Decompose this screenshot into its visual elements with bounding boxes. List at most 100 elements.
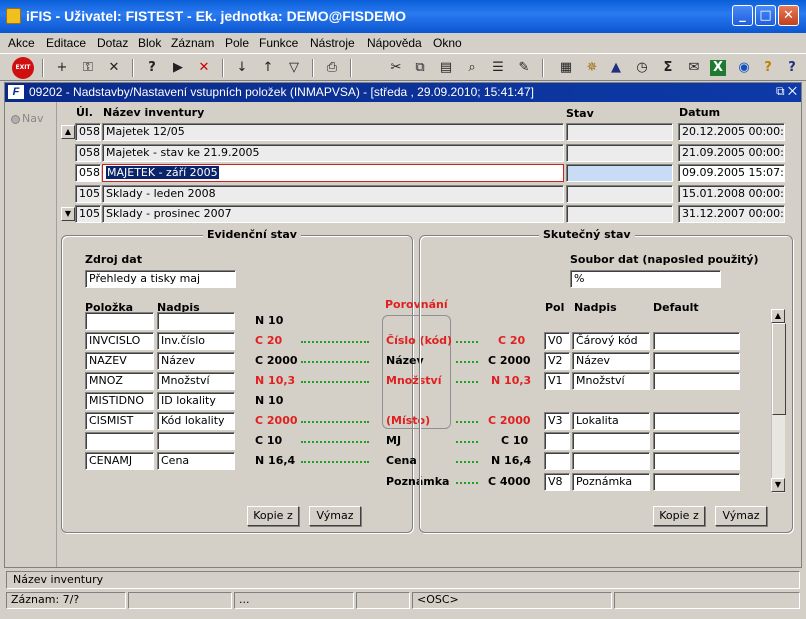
- menu-okno[interactable]: Okno: [433, 36, 462, 50]
- menu-zaznam[interactable]: Záznam: [171, 36, 214, 50]
- lock-icon[interactable]: ⚿: [78, 58, 98, 78]
- nadpis-field[interactable]: Inv.číslo: [157, 332, 235, 350]
- menu-editace[interactable]: Editace: [46, 36, 86, 50]
- help-icon[interactable]: ?: [758, 58, 778, 78]
- default-field[interactable]: [653, 473, 740, 491]
- scroll-down-icon[interactable]: ▼: [61, 207, 75, 221]
- copy-icon[interactable]: ⧉: [410, 58, 430, 78]
- scroll-up-icon[interactable]: ▲: [61, 125, 75, 139]
- polozka-field[interactable]: MNOZ: [85, 372, 154, 390]
- nadpis-field[interactable]: Název: [157, 352, 235, 370]
- table-cell-datum[interactable]: 31.12.2007 00:00:00: [678, 205, 785, 223]
- minimize-button[interactable]: _: [732, 5, 753, 26]
- triangle-icon[interactable]: ▲: [606, 58, 626, 78]
- execute-query-icon[interactable]: ▶: [168, 58, 188, 78]
- table-cell-datum[interactable]: 20.12.2005 00:00:00: [678, 123, 785, 141]
- pol-field[interactable]: V3: [544, 412, 570, 430]
- polozka-field[interactable]: INVCISLO: [85, 332, 154, 350]
- nadpis-field[interactable]: [157, 312, 235, 330]
- sum-icon[interactable]: Σ: [658, 58, 678, 78]
- pol-field[interactable]: V8: [544, 473, 570, 491]
- insert-record-icon[interactable]: +: [52, 58, 72, 78]
- table-cell-stav[interactable]: [566, 205, 673, 223]
- kopie-z-button-left[interactable]: Kopie z: [247, 506, 299, 526]
- nadpis-field-right[interactable]: [572, 432, 650, 450]
- vertical-scrollbar[interactable]: ▲ ▼: [771, 309, 786, 493]
- table-cell-stav[interactable]: [566, 185, 673, 203]
- default-field[interactable]: [653, 372, 740, 390]
- table-cell-stav[interactable]: [566, 144, 673, 162]
- excel-icon[interactable]: X: [710, 60, 726, 76]
- exit-icon[interactable]: EXIT: [12, 57, 34, 79]
- table-cell-ul[interactable]: 058: [75, 144, 101, 162]
- vymaz-button-right[interactable]: Výmaz: [715, 506, 767, 526]
- table-cell-datum[interactable]: 15.01.2008 00:00:00: [678, 185, 785, 203]
- cancel-query-icon[interactable]: ✕: [194, 58, 214, 78]
- enter-query-icon[interactable]: ?: [142, 58, 162, 78]
- vymaz-button-left[interactable]: Výmaz: [309, 506, 361, 526]
- soubor-dat-field[interactable]: %: [570, 270, 721, 288]
- default-field[interactable]: [653, 412, 740, 430]
- delete-record-icon[interactable]: ✕: [104, 58, 124, 78]
- menu-dotaz[interactable]: Dotaz: [97, 36, 128, 50]
- sort-descending-icon[interactable]: ↑: [258, 58, 278, 78]
- wheel-icon[interactable]: ✵: [582, 58, 602, 78]
- nadpis-field-right[interactable]: Množství: [572, 372, 650, 390]
- menu-napoveda[interactable]: Nápověda: [367, 36, 422, 50]
- nadpis-field-right[interactable]: Čárový kód: [572, 332, 650, 350]
- sort-ascending-icon[interactable]: ↓: [232, 58, 252, 78]
- polozka-field[interactable]: CISMIST: [85, 412, 154, 430]
- form-window-controls[interactable]: ⧉ ✕: [776, 84, 797, 99]
- table-cell-stav[interactable]: [566, 164, 673, 182]
- nadpis-field-right[interactable]: Poznámka: [572, 473, 650, 491]
- polozka-field[interactable]: MISTIDNO: [85, 392, 154, 410]
- web-icon[interactable]: ◉: [734, 58, 754, 78]
- kopie-z-button-right[interactable]: Kopie z: [653, 506, 705, 526]
- nadpis-field[interactable]: ID lokality: [157, 392, 235, 410]
- polozka-field[interactable]: [85, 432, 154, 450]
- menu-funkce[interactable]: Funkce: [259, 36, 298, 50]
- table-cell-name[interactable]: Sklady - leden 2008: [102, 185, 564, 203]
- polozka-field[interactable]: [85, 312, 154, 330]
- menu-akce[interactable]: Akce: [8, 36, 35, 50]
- table-cell-ul[interactable]: 105: [75, 185, 101, 203]
- nadpis-field-right[interactable]: [572, 452, 650, 470]
- table-cell-ul[interactable]: 105: [75, 205, 101, 223]
- context-help-icon[interactable]: ?: [782, 58, 802, 78]
- nadpis-field[interactable]: Množství: [157, 372, 235, 390]
- mail-icon[interactable]: ✉: [684, 58, 704, 78]
- pol-field[interactable]: [544, 452, 570, 470]
- scroll-down-icon[interactable]: ▼: [771, 478, 785, 492]
- scrollbar-thumb[interactable]: [772, 323, 786, 415]
- default-field[interactable]: [653, 352, 740, 370]
- table-cell-name[interactable]: Majetek - stav ke 21.9.2005: [102, 144, 564, 162]
- nadpis-field-right[interactable]: Název: [572, 352, 650, 370]
- filter-icon[interactable]: ▽: [284, 58, 304, 78]
- table-cell-stav[interactable]: [566, 123, 673, 141]
- zdroj-dat-field[interactable]: Přehledy a tisky maj: [85, 270, 236, 288]
- polozka-field[interactable]: NAZEV: [85, 352, 154, 370]
- default-field[interactable]: [653, 452, 740, 470]
- nadpis-field[interactable]: [157, 432, 235, 450]
- maximize-button[interactable]: □: [755, 5, 776, 26]
- table-cell-ul[interactable]: 058: [75, 123, 101, 141]
- paste-icon[interactable]: ▤: [436, 58, 456, 78]
- menu-nastroje[interactable]: Nástroje: [310, 36, 355, 50]
- default-field[interactable]: [653, 332, 740, 350]
- cut-icon[interactable]: ✂: [386, 58, 406, 78]
- pol-field[interactable]: V2: [544, 352, 570, 370]
- table-cell-datum[interactable]: 09.09.2005 15:07:14: [678, 164, 785, 182]
- table-cell-name-selected[interactable]: MAJETEK - září 2005: [102, 164, 564, 182]
- nadpis-field-right[interactable]: Lokalita: [572, 412, 650, 430]
- default-field[interactable]: [653, 432, 740, 450]
- nav-item[interactable]: Nav: [11, 112, 43, 125]
- close-button[interactable]: ✕: [778, 5, 799, 26]
- menu-pole[interactable]: Pole: [225, 36, 249, 50]
- pol-field[interactable]: V1: [544, 372, 570, 390]
- clock-icon[interactable]: ◷: [632, 58, 652, 78]
- edit-icon[interactable]: ✎: [514, 58, 534, 78]
- pol-field[interactable]: V0: [544, 332, 570, 350]
- print-icon[interactable]: ⎙: [322, 58, 342, 78]
- list-icon[interactable]: ☰: [488, 58, 508, 78]
- nadpis-field[interactable]: Cena: [157, 452, 235, 470]
